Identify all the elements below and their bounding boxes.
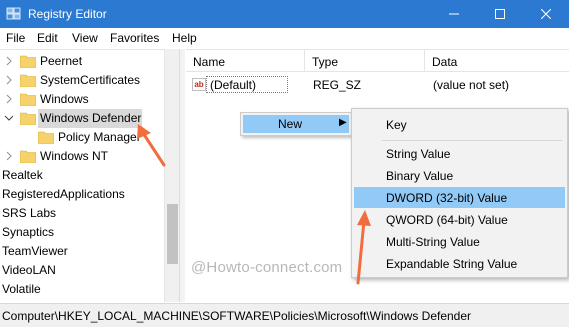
menu-item-label: Expandable String Value [386, 257, 518, 271]
menu-bar: File Edit View Favorites Help [0, 28, 569, 48]
menu-item-qword-value[interactable]: QWORD (64-bit) Value [354, 209, 565, 230]
pane-splitter[interactable] [179, 49, 185, 302]
tree-item-policy-manager[interactable]: Policy Manager [0, 128, 164, 147]
new-submenu: Key String Value Binary Value DWORD (32-… [351, 108, 568, 278]
tree-scrollbar[interactable] [164, 49, 179, 302]
tree-item-windows[interactable]: Windows [0, 90, 164, 109]
menu-file[interactable]: File [6, 31, 25, 45]
menu-item-multi-string-value[interactable]: Multi-String Value [354, 231, 565, 252]
tree-item-systemcertificates[interactable]: SystemCertificates [0, 71, 164, 90]
value-row-default[interactable]: ab (Default) REG_SZ (value not set) [186, 75, 569, 94]
folder-icon [20, 150, 36, 163]
tree-item-label: Realtek [2, 168, 43, 182]
folder-icon [20, 74, 36, 87]
tree-item-label: Windows Defender [40, 111, 142, 125]
close-button[interactable] [523, 0, 569, 28]
tree-item-realtek[interactable]: Realtek [0, 166, 164, 185]
value-type: REG_SZ [313, 78, 362, 92]
watermark: @Howto-connect.com [191, 259, 343, 276]
column-header-type[interactable]: Type [305, 50, 425, 72]
tree-item-label: TeamViewer [2, 244, 68, 258]
menu-view[interactable]: View [72, 31, 98, 45]
tree-item-label: Peernet [40, 54, 83, 68]
value-data: (value not set) [433, 78, 510, 92]
menu-help[interactable]: Help [172, 31, 197, 45]
tree-item-label: RegisteredApplications [2, 187, 125, 201]
folder-icon [20, 112, 36, 125]
tree-item-videolan[interactable]: VideoLAN [0, 261, 164, 280]
menu-item-new[interactable]: New ▶ [243, 115, 349, 133]
tree-item-label: Volatile [2, 282, 41, 296]
chevron-right-icon[interactable] [4, 75, 14, 85]
maximize-icon [495, 9, 505, 19]
folder-icon [20, 93, 36, 106]
menu-item-label: New [278, 117, 303, 131]
tree-item-label: Synaptics [2, 225, 55, 239]
menu-item-label: Key [386, 118, 407, 132]
tree-item-label: VideoLAN [2, 263, 56, 277]
tree-item-label: Windows [40, 92, 89, 106]
close-icon [541, 9, 551, 19]
menu-item-binary-value[interactable]: Binary Value [354, 165, 565, 186]
tree-item-registeredapplications[interactable]: RegisteredApplications [0, 185, 164, 204]
tree-item-label: SystemCertificates [40, 73, 141, 87]
menu-item-key[interactable]: Key [354, 114, 565, 135]
context-menu: New ▶ [240, 112, 352, 136]
folder-icon [20, 55, 36, 68]
chevron-right-icon[interactable] [4, 151, 14, 161]
menu-item-expandable-string-value[interactable]: Expandable String Value [354, 253, 565, 274]
tree-item-label: SRS Labs [2, 206, 57, 220]
menu-item-label: Binary Value [386, 169, 454, 183]
tree-item-srs-labs[interactable]: SRS Labs [0, 204, 164, 223]
maximize-button[interactable] [477, 0, 523, 28]
tree-item-volatile[interactable]: Volatile [0, 280, 164, 299]
submenu-arrow-icon: ▶ [339, 117, 347, 128]
menu-item-label: DWORD (32-bit) Value [386, 191, 508, 205]
tree-item-synaptics[interactable]: Synaptics [0, 223, 164, 242]
menu-edit[interactable]: Edit [37, 31, 58, 45]
menu-item-label: String Value [386, 147, 451, 161]
chevron-down-icon[interactable] [4, 113, 14, 123]
minimize-icon [449, 13, 459, 15]
menu-favorites[interactable]: Favorites [110, 31, 159, 45]
tree-item-windows-nt[interactable]: Windows NT [0, 147, 164, 166]
menu-item-string-value[interactable]: String Value [354, 143, 565, 164]
chevron-right-icon[interactable] [4, 56, 14, 66]
tree-item-label: Policy Manager [58, 130, 141, 144]
tree-item-windows-defender[interactable]: Windows Defender [0, 109, 164, 128]
tree-item-peernet[interactable]: Peernet [0, 52, 164, 71]
scrollbar-thumb[interactable] [167, 204, 178, 264]
column-header-name[interactable]: Name [186, 50, 305, 72]
column-header-data[interactable]: Data [425, 50, 569, 72]
status-bar: Computer\HKEY_LOCAL_MACHINE\SOFTWARE\Pol… [0, 303, 569, 327]
folder-icon [38, 131, 54, 144]
menu-separator [382, 140, 562, 141]
chevron-right-icon[interactable] [4, 94, 14, 104]
menu-item-label: Multi-String Value [386, 235, 480, 249]
registry-path: Computer\HKEY_LOCAL_MACHINE\SOFTWARE\Pol… [2, 309, 472, 323]
string-value-icon: ab [192, 78, 206, 91]
registry-icon [6, 7, 21, 20]
registry-tree[interactable]: Peernet SystemCertificates Windows Windo… [0, 49, 178, 302]
title-bar: Registry Editor [0, 0, 569, 28]
menu-item-label: QWORD (64-bit) Value [386, 213, 508, 227]
window-title: Registry Editor [28, 7, 107, 21]
menu-item-dword-value[interactable]: DWORD (32-bit) Value [354, 187, 565, 208]
value-name: (Default) [210, 78, 257, 92]
tree-item-label: Windows NT [40, 149, 109, 163]
minimize-button[interactable] [431, 0, 477, 28]
tree-item-teamviewer[interactable]: TeamViewer [0, 242, 164, 261]
